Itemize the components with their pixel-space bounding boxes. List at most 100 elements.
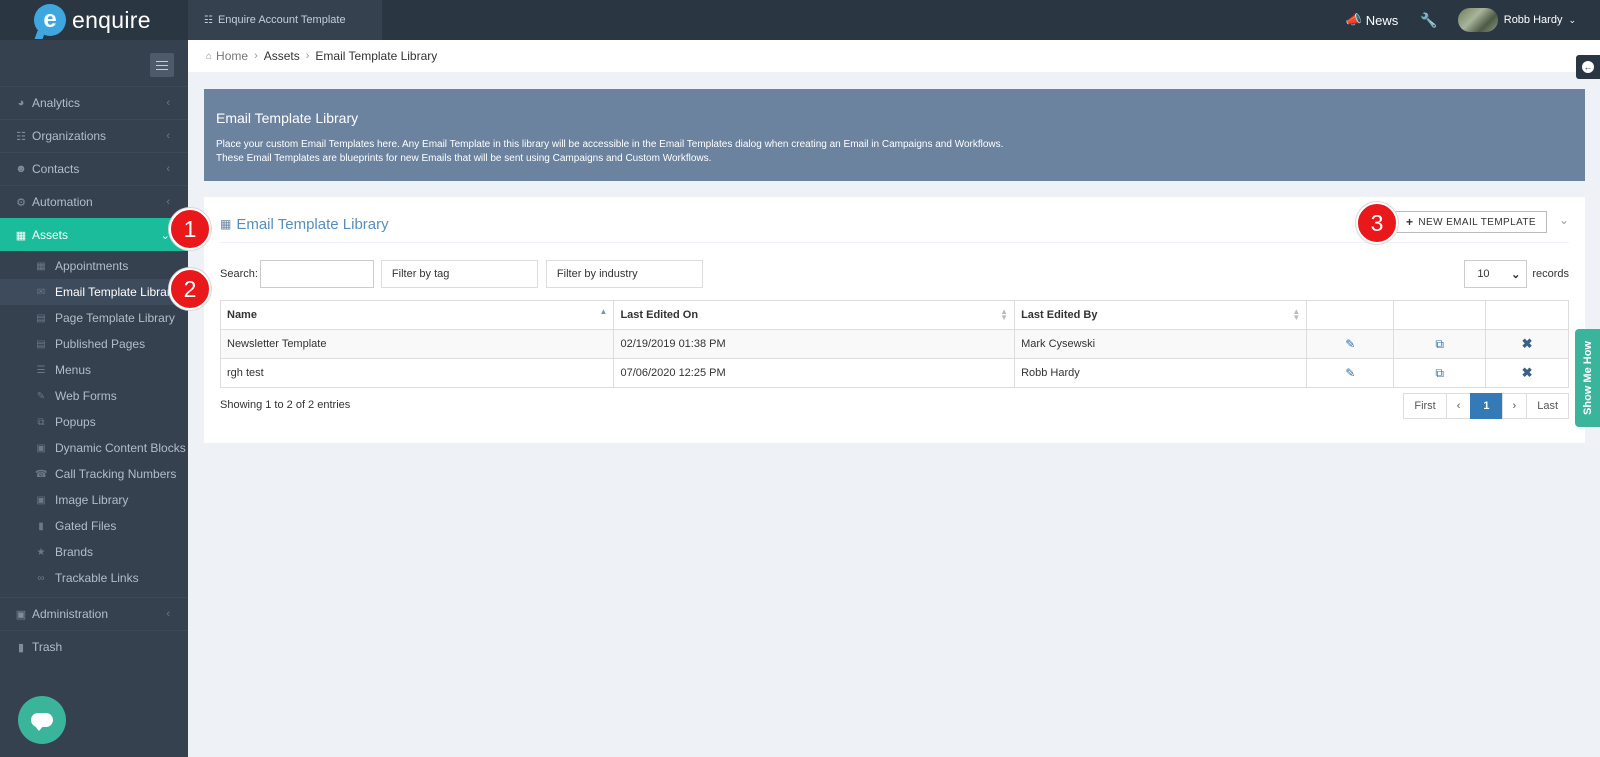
sidebar-item-analytics[interactable]: ◕ Analytics ‹	[0, 86, 188, 119]
sidebar-item-label: Published Pages	[55, 337, 146, 351]
show-me-how-label: Show Me How	[1581, 341, 1594, 415]
table-row[interactable]: rgh test 07/06/2020 12:25 PM Robb Hardy …	[219, 358, 1569, 388]
trash-icon: ▮	[17, 641, 25, 654]
table-row[interactable]: Newsletter Template 02/19/2019 01:38 PM …	[219, 329, 1569, 359]
blocks-icon: ▣	[36, 442, 46, 454]
user-name: Robb Hardy	[1503, 14, 1563, 26]
breadcrumb-assets[interactable]: Assets	[264, 49, 300, 63]
published-icon: ▤	[36, 338, 46, 350]
delete-x-icon[interactable]: ✖	[1522, 336, 1533, 351]
copy-icon[interactable]: ⧉	[1435, 337, 1444, 351]
records-per-page: 10 ⌄ records	[1464, 260, 1569, 288]
filter-by-tag[interactable]: Filter by tag	[380, 260, 538, 288]
edit-cell: ✎	[1306, 358, 1395, 388]
sidebar-item-web-forms[interactable]: ✎ Web Forms	[0, 383, 188, 409]
new-email-template-button[interactable]: + NEW EMAIL TEMPLATE	[1394, 211, 1547, 233]
cell-name: rgh test	[219, 358, 615, 388]
delete-x-icon[interactable]: ✖	[1522, 365, 1533, 380]
table-icon: ▦	[220, 217, 232, 231]
sidebar-item-brands[interactable]: ★ Brands	[0, 539, 188, 565]
star-icon: ★	[36, 546, 46, 558]
sidebar-item-trash[interactable]: ▮ Trash	[0, 630, 188, 663]
sidebar-item-menus[interactable]: ☰ Menus	[0, 357, 188, 383]
sidebar-item-label: Page Template Library	[55, 311, 175, 325]
panel-toggle-button[interactable]: ←	[1576, 55, 1600, 79]
search-row: Search: Filter by tag Filter by industry	[220, 260, 703, 288]
file-icon: ▮	[38, 520, 44, 532]
sidebar-item-organizations[interactable]: ☷ Organizations ‹	[0, 119, 188, 152]
sidebar-item-appointments[interactable]: ▦ Appointments	[0, 253, 188, 279]
logo-mark-icon: e	[34, 4, 66, 36]
sidebar-item-email-template-library[interactable]: ✉ Email Template Library	[0, 279, 188, 305]
sidebar-item-label: Gated Files	[55, 519, 117, 533]
sidebar-item-label: Trackable Links	[55, 571, 139, 585]
logo-text: enquire	[72, 6, 151, 33]
home-icon: ⌂	[206, 50, 213, 62]
news-button[interactable]: 📣 News	[1346, 12, 1399, 28]
sidebar-item-dynamic-content-blocks[interactable]: ▣ Dynamic Content Blocks	[0, 435, 188, 461]
user-menu[interactable]: Robb Hardy ⌄	[1457, 8, 1576, 32]
copy-cell: ⧉	[1393, 329, 1487, 359]
sidebar-item-assets[interactable]: ▦ Assets ⌄	[0, 218, 188, 251]
sidebar-item-label: Email Template Library	[55, 285, 177, 299]
column-header-name[interactable]: Name ▲	[219, 300, 615, 330]
sidebar-item-contacts[interactable]: ☻ Contacts ‹	[0, 152, 188, 185]
sidebar-item-label: Appointments	[55, 259, 129, 273]
sidebar-item-call-tracking-numbers[interactable]: ☎ Call Tracking Numbers	[0, 461, 188, 487]
sidebar-item-page-template-library[interactable]: ▤ Page Template Library	[0, 305, 188, 331]
breadcrumb-current: Email Template Library	[315, 49, 438, 63]
banner-text-line2: These Email Templates are blueprints for…	[216, 153, 712, 164]
sidebar-item-popups[interactable]: ⧉ Popups	[0, 409, 188, 435]
avatar	[1457, 8, 1498, 32]
pager-last[interactable]: Last	[1526, 393, 1569, 419]
column-header-last-edited-by[interactable]: Last Edited By ▲ ▼	[1014, 300, 1308, 330]
account-name: Enquire Account Template	[217, 14, 346, 26]
search-label: Search:	[220, 268, 258, 280]
sidebar-item-automation[interactable]: ⚙ Automation ‹	[0, 185, 188, 218]
table-info: Showing 1 to 2 of 2 entries	[220, 399, 351, 411]
pager-current[interactable]: 1	[1470, 393, 1503, 419]
sidebar-item-trackable-links[interactable]: ∞ Trackable Links	[0, 565, 188, 591]
sidebar-item-label: Menus	[55, 363, 92, 377]
table-header-row: Name ▲ Last Edited On ▲ ▼ Last Edited By ▲ ▼	[219, 300, 1569, 330]
pager-next[interactable]: ›	[1501, 393, 1528, 419]
callout-2: 2	[169, 268, 211, 310]
cell-edited-on: 07/06/2020 12:25 PM	[613, 358, 1016, 388]
column-header-last-edited-on[interactable]: Last Edited On ▲ ▼	[613, 300, 1016, 330]
sidebar-item-label: Brands	[55, 545, 94, 559]
sidebar-item-label: Call Tracking Numbers	[55, 467, 177, 481]
grid-icon: ▦	[15, 229, 27, 242]
show-me-how-button[interactable]: Show Me How	[1575, 329, 1600, 427]
sidebar-item-gated-files[interactable]: ▮ Gated Files	[0, 513, 188, 539]
banner-title: Email Template Library	[216, 110, 359, 126]
cell-name: Newsletter Template	[219, 329, 615, 359]
plus-icon: +	[1405, 215, 1414, 229]
wrench-icon[interactable]: 🔧	[1420, 12, 1437, 29]
filter-by-industry[interactable]: Filter by industry	[545, 260, 703, 288]
sidebar-item-administration[interactable]: ▣ Administration ‹	[0, 597, 188, 630]
chat-button[interactable]	[18, 696, 66, 744]
chevron-left-icon: ‹	[166, 196, 170, 208]
search-input[interactable]	[259, 260, 374, 288]
sidebar-item-label: Popups	[55, 415, 96, 429]
sidebar-item-published-pages[interactable]: ▤ Published Pages	[0, 331, 188, 357]
pager-prev[interactable]: ‹	[1445, 393, 1472, 419]
sort-asc-icon: ▲	[599, 307, 608, 316]
sidebar-item-image-library[interactable]: ▣ Image Library	[0, 487, 188, 513]
pencil-icon[interactable]: ✎	[1345, 337, 1355, 351]
records-value: 10	[1477, 268, 1490, 280]
sort-icon: ▲ ▼	[1000, 307, 1009, 322]
records-select[interactable]: 10 ⌄	[1464, 260, 1528, 288]
hamburger-menu-icon[interactable]	[150, 53, 174, 77]
pagination: First ‹ 1 › Last	[1403, 393, 1569, 419]
chevron-left-icon: ‹	[166, 163, 170, 175]
dashboard-icon: ◕	[17, 97, 25, 109]
pager-first[interactable]: First	[1403, 393, 1447, 419]
breadcrumb-home[interactable]: Home	[216, 49, 248, 63]
account-selector[interactable]: ☷ Enquire Account Template	[188, 0, 382, 40]
logo[interactable]: e enquire	[0, 0, 188, 40]
pencil-icon[interactable]: ✎	[1345, 366, 1355, 380]
copy-icon[interactable]: ⧉	[1435, 366, 1444, 380]
collapse-chevron-icon[interactable]: ⌄	[1559, 213, 1569, 227]
assets-submenu: ▦ Appointments ✉ Email Template Library ▤ P…	[0, 251, 188, 597]
